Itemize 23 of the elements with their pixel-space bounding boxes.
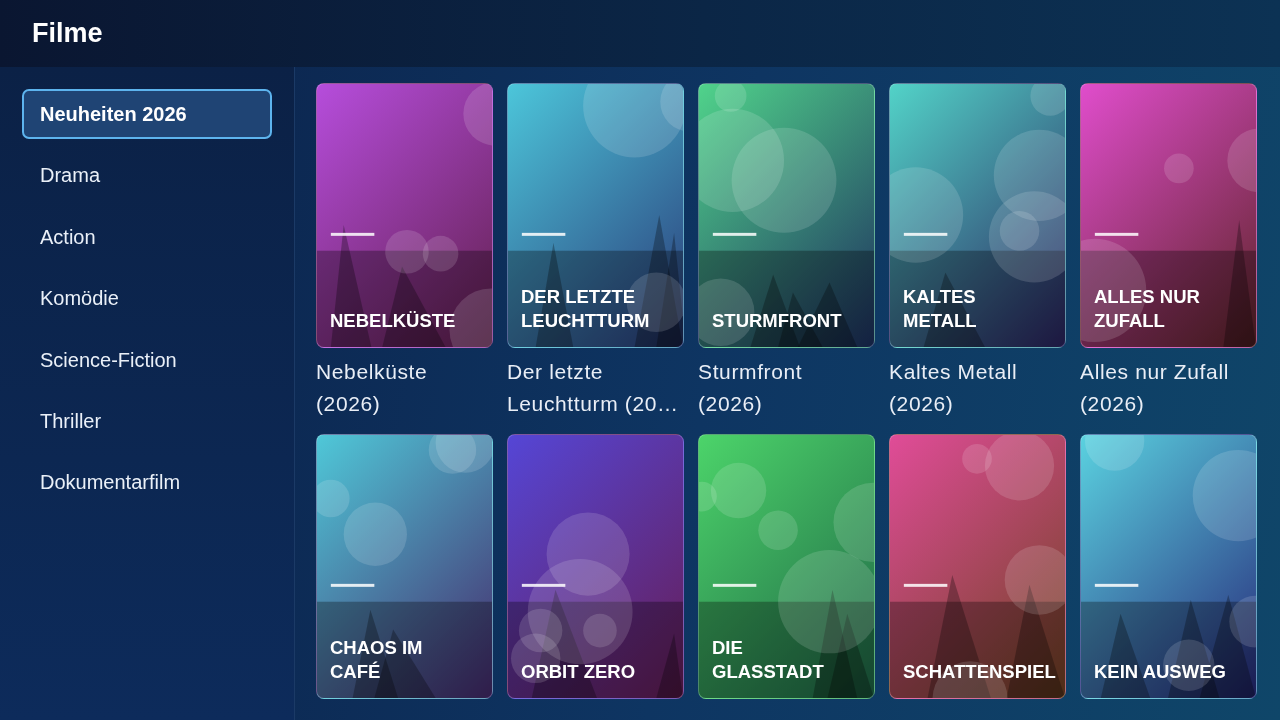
movie-poster[interactable]: DIE GLASSTADT [698,434,875,699]
movie-caption: Sturmfront (2026) [698,359,804,417]
sidebar-item[interactable]: Science-Fiction [22,334,272,385]
sidebar-item[interactable]: Thriller [22,395,272,446]
movie-poster[interactable]: DER LETZTE LEUCHTTURM [507,83,684,348]
movie-caption: Nebelküste (2026) [316,359,429,417]
movie-caption: Kaltes Metall (2026) [889,359,1019,417]
movie-poster[interactable]: STURMFRONT [698,83,875,348]
sidebar-item[interactable]: Action [22,211,272,262]
page-title: Filme [32,20,103,47]
movie-poster[interactable]: NEBELKÜSTE [316,83,493,348]
movie-poster[interactable]: ALLES NUR ZUFALL [1080,83,1257,348]
movie-poster[interactable]: ORBIT ZERO [507,434,684,699]
sidebar-item[interactable]: Neuheiten 2026 [22,89,272,139]
movie-caption: Alles nur Zufall (2026) [1080,359,1230,417]
sidebar-item[interactable]: Komödie [22,273,272,324]
sidebar-item[interactable]: Drama [22,150,272,201]
movie-poster[interactable]: KALTES METALL [889,83,1066,348]
sidebar-item[interactable]: Dokumentarfilm [22,457,272,508]
movie-poster[interactable]: SCHATTENSPIEL [889,434,1066,699]
movie-poster[interactable]: CHAOS IM CAFÉ [316,434,493,699]
movie-poster[interactable]: KEIN AUSWEG [1080,434,1257,699]
movie-caption: Der letzte Leuchtturm (20… [507,359,680,417]
